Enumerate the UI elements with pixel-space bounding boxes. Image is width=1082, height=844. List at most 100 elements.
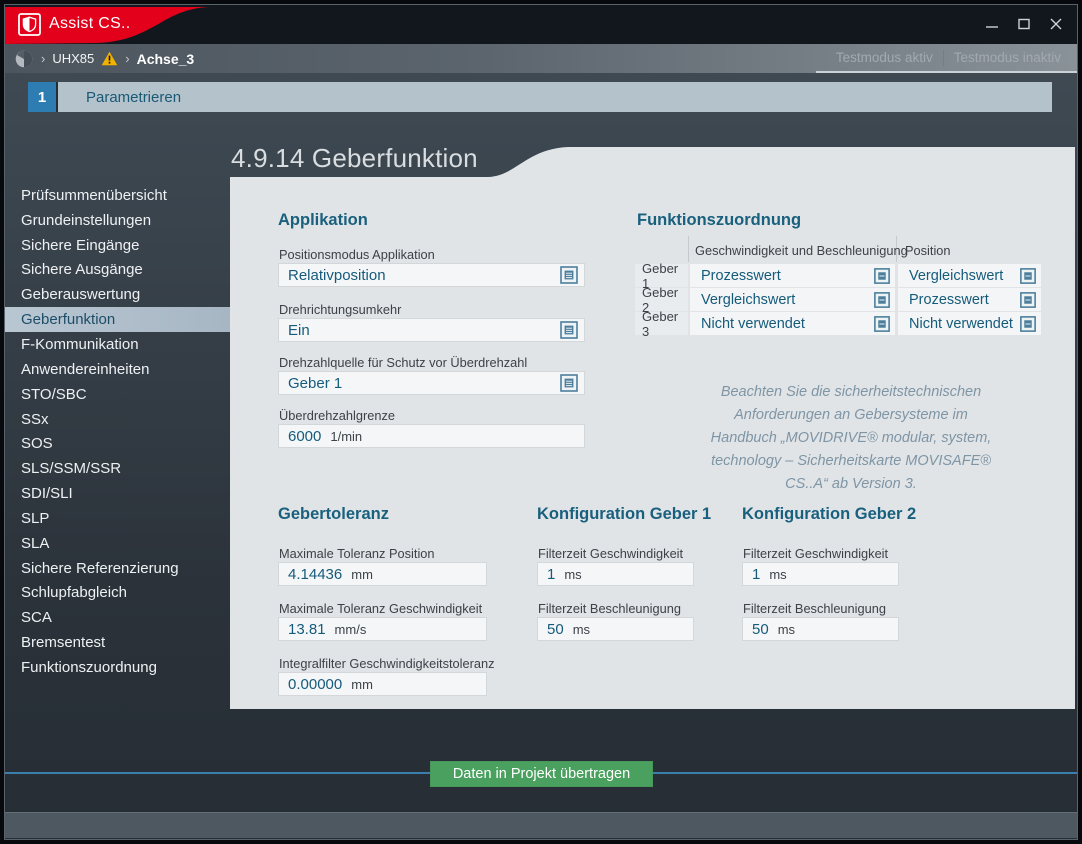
dropdown-value: Geber 1	[288, 375, 342, 392]
note-line: Beachten Sie die sicherheitstechnischen	[643, 381, 1059, 404]
input-g1-filterzeit-beschleunigung[interactable]: 50 ms	[537, 617, 694, 641]
step-bar: 1 Parametrieren	[28, 82, 1052, 112]
dropdown-drehzahlquelle[interactable]: Geber 1	[278, 371, 585, 395]
sidebar-item-pruefsummenuebersicht[interactable]: Prüfsummenübersicht	[5, 183, 230, 208]
input-unit: ms	[769, 567, 786, 582]
input-value: 1	[752, 566, 760, 583]
input-ueberdrehzahlgrenze[interactable]: 6000 1/min	[278, 424, 585, 448]
input-unit: ms	[778, 622, 795, 637]
step-header-parametrieren[interactable]: Parametrieren	[58, 82, 1052, 112]
testmode-inactive-button[interactable]: Testmodus inaktiv	[944, 50, 1071, 65]
dropdown-icon[interactable]	[874, 292, 890, 308]
title-bar: Assist CS..	[5, 5, 1077, 44]
dropdown-drehrichtungsumkehr[interactable]: Ein	[278, 318, 585, 342]
input-max-toleranz-position[interactable]: 4.14436 mm	[278, 562, 487, 586]
sidebar-item-sto-sbc[interactable]: STO/SBC	[5, 382, 230, 407]
maximize-button[interactable]	[1015, 17, 1033, 31]
table-row-label: Geber 3	[635, 312, 688, 335]
section-title-gebertoleranz: Gebertoleranz	[278, 505, 389, 524]
field-label: Überdrehzahlgrenze	[279, 408, 395, 423]
sidebar-item-sos[interactable]: SOS	[5, 431, 230, 456]
dropdown-icon[interactable]	[560, 266, 578, 284]
sidebar-item-sichere-ausgaenge[interactable]: Sichere Ausgänge	[5, 258, 230, 283]
input-unit: ms	[573, 622, 590, 637]
table-col-header-position: Position	[905, 243, 951, 258]
field-label: Drehrichtungsumkehr	[279, 302, 401, 317]
dropdown-icon[interactable]	[1020, 268, 1036, 284]
warning-icon	[101, 51, 118, 66]
dropdown-icon[interactable]	[1020, 292, 1036, 308]
breadcrumb-separator: ›	[41, 51, 45, 66]
input-max-toleranz-geschwindigkeit[interactable]: 13.81 mm/s	[278, 617, 487, 641]
dropdown-icon[interactable]	[874, 268, 890, 284]
sidebar-item-sdi-sli[interactable]: SDI/SLI	[5, 481, 230, 506]
input-value: 13.81	[288, 621, 326, 638]
step-number-badge: 1	[28, 82, 58, 112]
section-title-funktionszuordnung: Funktionszuordnung	[637, 211, 801, 230]
table-cell-geber1-position[interactable]: Vergleichswert	[898, 264, 1041, 287]
dropdown-icon[interactable]	[1020, 316, 1036, 332]
table-cell-geber1-speed[interactable]: Prozesswert	[690, 264, 895, 287]
transfer-to-project-button[interactable]: Daten in Projekt übertragen	[430, 761, 653, 787]
input-integralfilter[interactable]: 0.00000 mm	[278, 672, 487, 696]
sidebar-item-schlupfabgleich[interactable]: Schlupfabgleich	[5, 581, 230, 606]
testmode-active-button[interactable]: Testmodus aktiv	[826, 50, 943, 65]
app-title: Assist CS..	[49, 15, 131, 33]
minimize-button[interactable]	[983, 17, 1001, 31]
table-col-header-speed: Geschwindigkeit und Beschleunigung	[695, 243, 908, 258]
note-line: Handbuch „MOVIDRIVE® modular, system,	[643, 427, 1059, 450]
sidebar-item-geberauswertung[interactable]: Geberauswertung	[5, 282, 230, 307]
table-cell-geber3-position[interactable]: Nicht verwendet	[898, 312, 1041, 335]
sidebar-item-ssx[interactable]: SSx	[5, 407, 230, 432]
sidebar-item-sichere-referenzierung[interactable]: Sichere Referenzierung	[5, 556, 230, 581]
input-value: 6000	[288, 428, 321, 445]
panel-top-curve	[488, 147, 1075, 177]
dropdown-icon[interactable]	[874, 316, 890, 332]
app-window: Assist CS.. › UHX85	[4, 4, 1078, 840]
breadcrumb-separator: ›	[125, 51, 129, 66]
cell-value: Nicht verwendet	[909, 316, 1013, 332]
sidebar-item-grundeinstellungen[interactable]: Grundeinstellungen	[5, 208, 230, 233]
sidebar-item-geberfunktion[interactable]: Geberfunktion	[5, 307, 230, 332]
sidebar-item-bremsentest[interactable]: Bremsentest	[5, 630, 230, 655]
sidebar-item-sls-ssm-ssr[interactable]: SLS/SSM/SSR	[5, 456, 230, 481]
sidebar-item-anwendereinheiten[interactable]: Anwendereinheiten	[5, 357, 230, 382]
sidebar-item-funktionszuordnung[interactable]: Funktionszuordnung	[5, 655, 230, 680]
input-g1-filterzeit-geschwindigkeit[interactable]: 1 ms	[537, 562, 694, 586]
input-value: 1	[547, 566, 555, 583]
dropdown-icon[interactable]	[560, 321, 578, 339]
field-label: Maximale Toleranz Position	[279, 546, 435, 561]
cell-value: Prozesswert	[909, 292, 989, 308]
section-title-applikation: Applikation	[278, 211, 368, 230]
safety-note: Beachten Sie die sicherheitstechnischen …	[643, 381, 1059, 496]
input-value: 0.00000	[288, 676, 342, 693]
section-title-konfiguration-geber-1: Konfiguration Geber 1	[537, 505, 711, 524]
sidebar-item-sla[interactable]: SLA	[5, 531, 230, 556]
field-label: Drehzahlquelle für Schutz vor Überdrehza…	[279, 355, 527, 370]
input-unit: mm	[351, 567, 373, 582]
field-label: Filterzeit Beschleunigung	[538, 601, 681, 616]
field-label: Positionsmodus Applikation	[279, 247, 435, 262]
input-g2-filterzeit-geschwindigkeit[interactable]: 1 ms	[742, 562, 899, 586]
breadcrumb-device[interactable]: UHX85	[52, 51, 94, 66]
table-cell-geber2-position[interactable]: Prozesswert	[898, 288, 1041, 311]
input-g2-filterzeit-beschleunigung[interactable]: 50 ms	[742, 617, 899, 641]
breadcrumb-axis[interactable]: Achse_3	[137, 51, 195, 67]
input-value: 50	[752, 621, 769, 638]
dropdown-positionsmodus[interactable]: Relativposition	[278, 263, 585, 287]
close-button[interactable]	[1047, 17, 1065, 31]
breadcrumb-bar: › UHX85 › Achse_3 Testmodus aktiv Testmo…	[5, 44, 1077, 73]
note-line: technology – Sicherheitskarte MOVISAFE®	[643, 450, 1059, 473]
table-cell-geber2-speed[interactable]: Vergleichswert	[690, 288, 895, 311]
dropdown-value: Relativposition	[288, 267, 386, 284]
sidebar-item-sichere-eingaenge[interactable]: Sichere Eingänge	[5, 233, 230, 258]
cell-value: Vergleichswert	[909, 268, 1003, 284]
sidebar-item-f-kommunikation[interactable]: F-Kommunikation	[5, 332, 230, 357]
bottom-status-bar	[5, 812, 1077, 838]
sidebar-item-sca[interactable]: SCA	[5, 605, 230, 630]
cell-value: Nicht verwendet	[701, 316, 805, 332]
dropdown-icon[interactable]	[560, 374, 578, 392]
table-cell-geber3-speed[interactable]: Nicht verwendet	[690, 312, 895, 335]
sidebar-item-slp[interactable]: SLP	[5, 506, 230, 531]
network-globe-icon[interactable]	[14, 49, 34, 69]
